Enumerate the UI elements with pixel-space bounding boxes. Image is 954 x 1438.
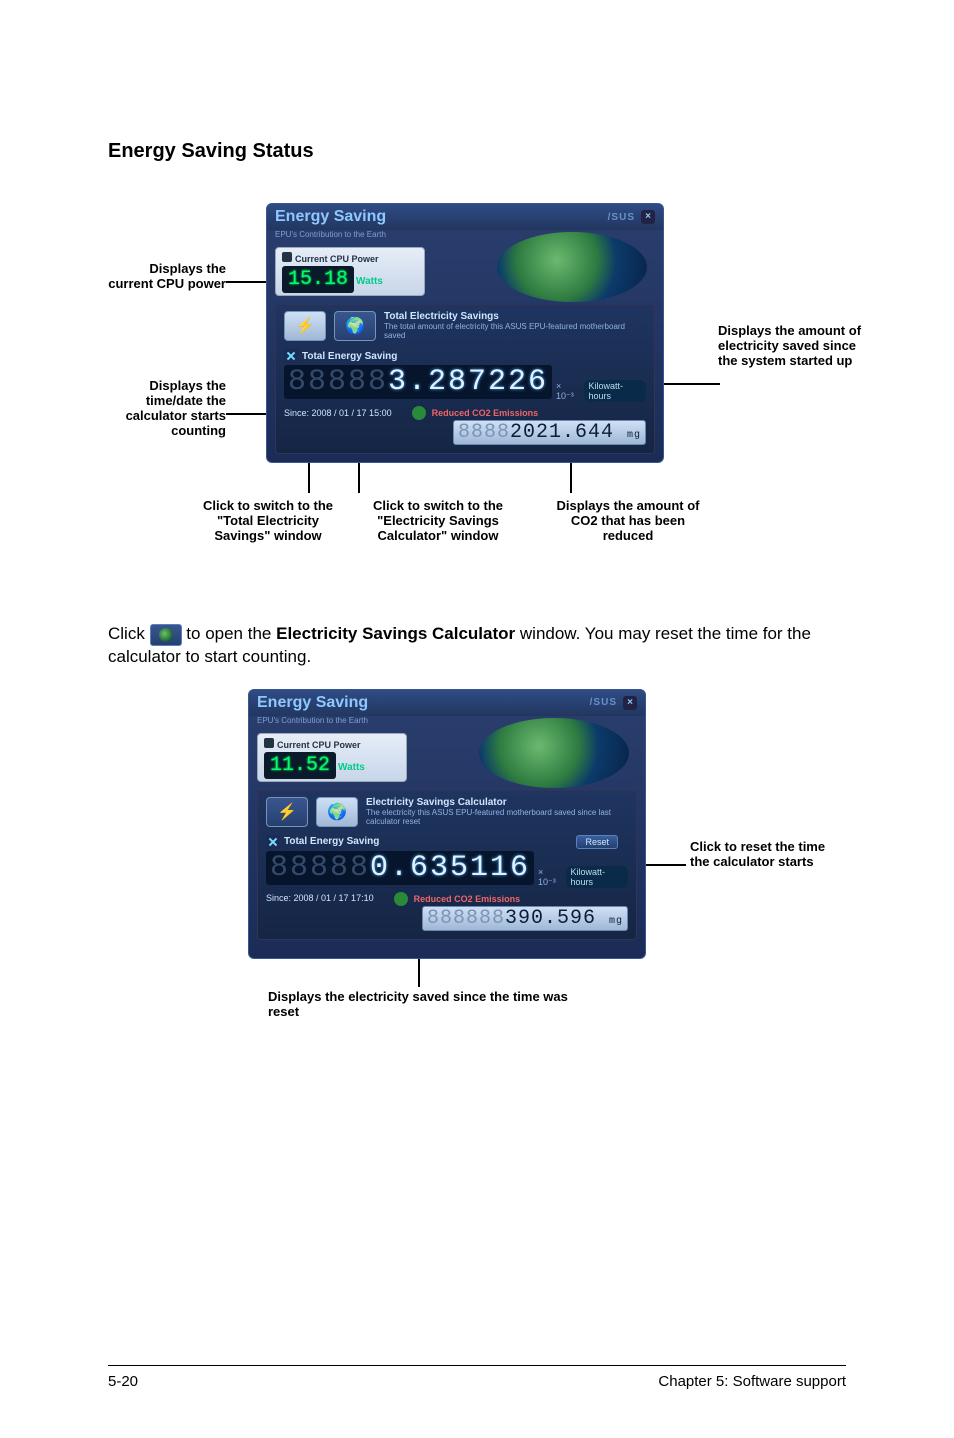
savings-area: ⚡ 🌍 Electricity Savings Calculator The e… xyxy=(257,790,637,940)
callout-time-date: Displays the time/date the calculator st… xyxy=(108,378,226,438)
kw-unit: Kilowatt-hours xyxy=(584,380,646,402)
savings-area: ⚡ 🌍 Total Electricity Savings The total … xyxy=(275,304,655,454)
kw-unit: Kilowatt-hours xyxy=(566,866,628,888)
kilowatt-readout: 888880.635116 × 10⁻³ Kilowatt-hours xyxy=(266,851,628,888)
since-timestamp: Since: 2008 / 01 / 17 15:00 xyxy=(284,408,392,418)
x-icon xyxy=(266,835,280,849)
section-title: Energy Saving Status xyxy=(108,140,846,163)
cpu-label: Current CPU Power xyxy=(295,254,379,264)
reduced-label: Reduced CO2 Emissions xyxy=(432,408,539,418)
co2-icon xyxy=(412,406,426,420)
co2-unit: mg xyxy=(609,916,623,927)
callout-saved-since-reset: Displays the electricity saved since the… xyxy=(268,989,568,1019)
callout-switch-total: Click to switch to the "Total Electricit… xyxy=(188,498,348,543)
kw-value: 3.287226 xyxy=(388,365,548,399)
callout-electricity-saved: Displays the amount of electricity saved… xyxy=(718,323,868,368)
panel-title: Energy Saving xyxy=(257,694,368,712)
close-icon[interactable]: × xyxy=(623,696,637,710)
callout-switch-calc: Click to switch to the "Electricity Savi… xyxy=(358,498,518,543)
inner-title: Total Electricity Savings xyxy=(384,311,646,322)
leader-line xyxy=(418,959,420,987)
x-icon xyxy=(284,349,298,363)
co2-unit: mg xyxy=(627,430,641,441)
figure-2: Energy Saving /SUS × EPU's Contribution … xyxy=(108,689,848,1119)
figure-1: Displays the current CPU power Displays … xyxy=(108,203,848,583)
footer-rule xyxy=(108,1365,846,1366)
cpu-power-box: Current CPU Power 11.52 Watts xyxy=(257,733,407,782)
brand-logo: /SUS xyxy=(608,212,635,223)
cpu-power-box: Current CPU Power 15.18 Watts xyxy=(275,247,425,296)
inner-subtitle: The total amount of electricity this ASU… xyxy=(384,322,646,340)
callout-reset: Click to reset the time the calculator s… xyxy=(690,839,830,869)
co2-value: 390.596 xyxy=(505,907,596,930)
page-number: 5-20 xyxy=(108,1373,138,1390)
chapter-label: Chapter 5: Software support xyxy=(658,1373,846,1390)
brand-logo: /SUS xyxy=(590,697,617,708)
tab-total-savings-icon[interactable]: ⚡ xyxy=(266,797,308,827)
panel-title: Energy Saving xyxy=(275,208,386,226)
kw-value: 0.635116 xyxy=(370,851,530,885)
leader-line xyxy=(646,864,686,866)
reduced-label: Reduced CO2 Emissions xyxy=(414,894,521,904)
cpu-value: 11.52 xyxy=(270,754,330,777)
kw-exponent: × 10⁻³ xyxy=(556,381,579,402)
leader-line xyxy=(358,463,360,493)
panel-header: Energy Saving /SUS × xyxy=(267,204,663,230)
globe-graphic xyxy=(497,232,647,302)
leader-line xyxy=(226,281,268,283)
cpu-value: 15.18 xyxy=(288,268,348,291)
calculator-tab-icon xyxy=(150,624,182,646)
page-footer: 5-20 Chapter 5: Software support xyxy=(108,1373,846,1390)
instruction-paragraph: Click to open the Electricity Savings Ca… xyxy=(108,623,846,669)
inner-title: Electricity Savings Calculator xyxy=(366,797,628,808)
leader-line xyxy=(570,463,572,493)
callout-cpu-power: Displays the current CPU power xyxy=(108,261,226,291)
tab-calculator-icon[interactable]: 🌍 xyxy=(316,797,358,827)
reset-button[interactable]: Reset xyxy=(576,835,618,849)
section-label: Total Energy Saving xyxy=(266,835,628,849)
leader-line xyxy=(308,463,310,493)
inner-subtitle: The electricity this ASUS EPU-featured m… xyxy=(366,808,628,826)
energy-saving-panel: Energy Saving /SUS × EPU's Contribution … xyxy=(266,203,664,463)
since-timestamp: Since: 2008 / 01 / 17 17:10 xyxy=(266,893,374,903)
panel-header: Energy Saving /SUS × xyxy=(249,690,645,716)
callout-co2-reduced: Displays the amount of CO2 that has been… xyxy=(548,498,708,543)
kilowatt-readout: 888883.287226 × 10⁻³ Kilowatt-hours xyxy=(284,365,646,402)
cpu-unit: Watts xyxy=(338,762,365,773)
kw-exponent: × 10⁻³ xyxy=(538,867,561,888)
section-label: Total Energy Saving xyxy=(284,349,646,363)
globe-graphic xyxy=(479,718,629,788)
co2-icon xyxy=(394,892,408,906)
cpu-label: Current CPU Power xyxy=(277,740,361,750)
leader-line xyxy=(660,383,720,385)
tab-total-savings-icon[interactable]: ⚡ xyxy=(284,311,326,341)
co2-value: 2021.644 xyxy=(510,421,614,444)
cpu-unit: Watts xyxy=(356,276,383,287)
energy-saving-panel-2: Energy Saving /SUS × EPU's Contribution … xyxy=(248,689,646,959)
close-icon[interactable]: × xyxy=(641,210,655,224)
tab-calculator-icon[interactable]: 🌍 xyxy=(334,311,376,341)
